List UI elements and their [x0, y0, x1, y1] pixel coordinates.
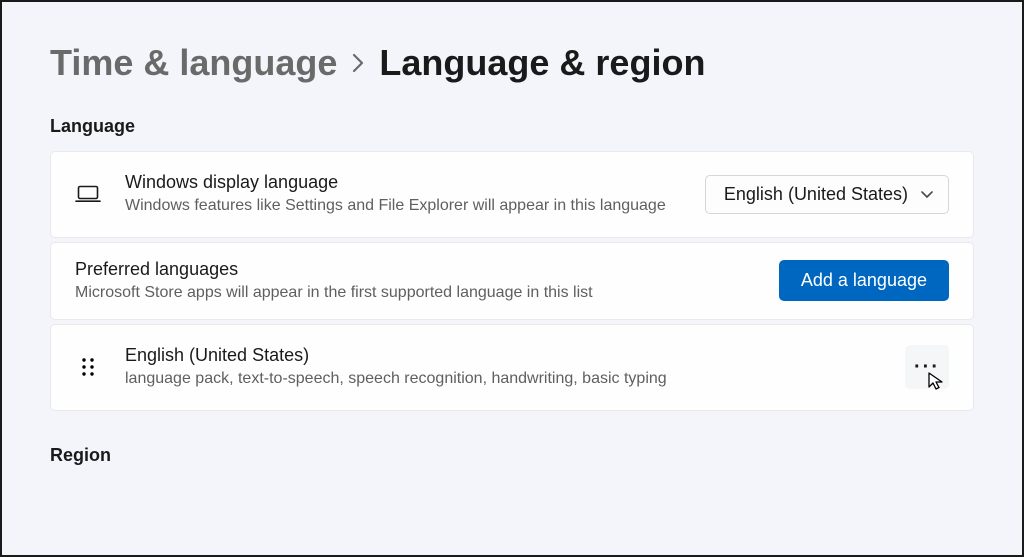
language-name: English (United States) [125, 345, 881, 366]
select-value: English (United States) [724, 184, 908, 205]
card-title: Preferred languages [75, 259, 755, 280]
chevron-right-icon [351, 52, 365, 74]
card-description: Microsoft Store apps will appear in the … [75, 282, 755, 304]
section-heading-language: Language [50, 116, 974, 137]
chevron-down-icon [920, 189, 934, 199]
display-language-select[interactable]: English (United States) [705, 175, 949, 214]
card-description: Windows features like Settings and File … [125, 195, 681, 217]
breadcrumb: Time & language Language & region [50, 42, 974, 84]
breadcrumb-current: Language & region [379, 42, 705, 84]
language-features: language pack, text-to-speech, speech re… [125, 368, 881, 390]
drag-handle-icon[interactable] [75, 355, 101, 379]
section-heading-region: Region [50, 445, 974, 466]
breadcrumb-parent[interactable]: Time & language [50, 42, 337, 84]
add-language-button[interactable]: Add a language [779, 260, 949, 301]
card-title: Windows display language [125, 172, 681, 193]
cursor-icon [927, 371, 945, 397]
language-item[interactable]: English (United States) language pack, t… [50, 324, 974, 411]
card-preferred-languages: Preferred languages Microsoft Store apps… [50, 242, 974, 321]
more-options-button[interactable]: ··· [905, 345, 949, 389]
card-display-language: Windows display language Windows feature… [50, 151, 974, 238]
laptop-icon [75, 184, 101, 204]
